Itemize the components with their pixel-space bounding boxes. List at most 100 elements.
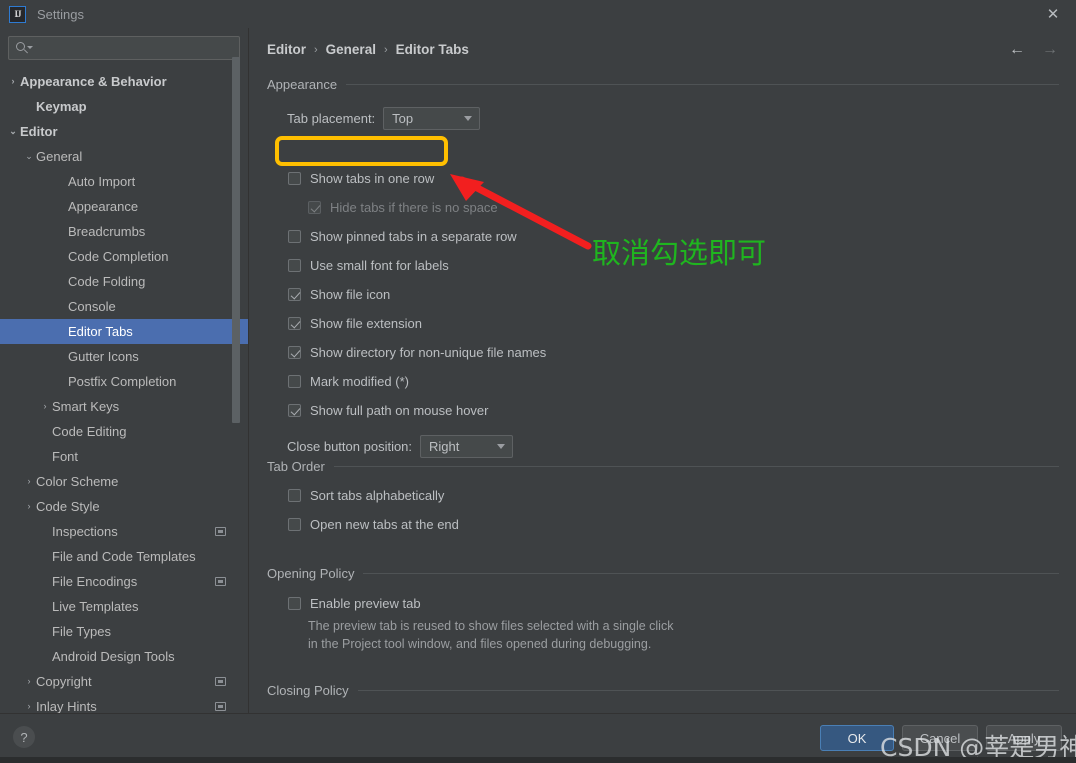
checkbox-box[interactable] — [288, 489, 301, 502]
sidebar-item-label: Code Folding — [68, 274, 146, 289]
chevron-right-icon[interactable]: › — [22, 702, 36, 711]
sidebar-item-gutter-icons[interactable]: Gutter Icons — [0, 344, 248, 369]
chevron-down-icon[interactable]: ⌄ — [22, 152, 36, 161]
sidebar-item-editor[interactable]: ⌄ Editor — [0, 119, 248, 144]
group-label-opening-policy: Opening Policy — [267, 566, 355, 581]
checkbox-show-directory-non-unique[interactable]: Show directory for non-unique file names — [288, 345, 546, 360]
sidebar-item-smart-keys[interactable]: › Smart Keys — [0, 394, 248, 419]
sidebar-item-keymap[interactable]: Keymap — [0, 94, 248, 119]
checkbox-box[interactable] — [288, 288, 301, 301]
checkbox-label: Enable preview tab — [310, 596, 421, 611]
checkbox-box[interactable] — [288, 404, 301, 417]
search-input[interactable] — [8, 36, 240, 60]
checkbox-box[interactable] — [288, 346, 301, 359]
preview-hint-line-1: The preview tab is reused to show files … — [308, 619, 674, 633]
sidebar-item-inspections[interactable]: Inspections — [0, 519, 248, 544]
settings-tree[interactable]: › Appearance & Behavior Keymap ⌄ Editor ⌄ Gene… — [0, 69, 248, 713]
checkbox-label: Mark modified (*) — [310, 374, 409, 389]
sidebar-item-console[interactable]: Console — [0, 294, 248, 319]
sidebar-scrollbar-track[interactable] — [232, 28, 244, 713]
back-arrow-icon[interactable]: ← — [1009, 42, 1025, 58]
chevron-right-icon[interactable]: › — [38, 402, 52, 411]
checkbox-box[interactable] — [288, 597, 301, 610]
project-scope-badge-icon — [215, 702, 226, 711]
checkbox-show-tabs-in-one-row[interactable]: Show tabs in one row — [288, 171, 434, 186]
checkbox-show-full-path-hover[interactable]: Show full path on mouse hover — [288, 403, 489, 418]
checkbox-box[interactable] — [288, 172, 301, 185]
sidebar-item-appearance-behavior[interactable]: › Appearance & Behavior — [0, 69, 248, 94]
sidebar-item-code-editing[interactable]: Code Editing — [0, 419, 248, 444]
sidebar-item-label: Console — [68, 299, 116, 314]
settings-main-panel: Editor › General › Editor Tabs ← → Appea… — [250, 28, 1076, 713]
sidebar-item-live-templates[interactable]: Live Templates — [0, 594, 248, 619]
sidebar-item-file-encodings[interactable]: File Encodings — [0, 569, 248, 594]
close-icon[interactable]: ✕ — [1030, 0, 1076, 28]
checkbox-label: Show tabs in one row — [310, 171, 435, 186]
settings-sidebar: › Appearance & Behavior Keymap ⌄ Editor ⌄ Gene… — [0, 28, 249, 713]
breadcrumb-general[interactable]: General — [326, 42, 376, 57]
chevron-right-icon[interactable]: › — [22, 502, 36, 511]
sidebar-item-inlay-hints[interactable]: › Inlay Hints — [0, 694, 248, 713]
sidebar-item-general[interactable]: ⌄ General — [0, 144, 248, 169]
navigation-arrows: ← → — [1009, 42, 1058, 58]
checkbox-sort-tabs-alphabetically[interactable]: Sort tabs alphabetically — [288, 488, 444, 503]
sidebar-item-label: Color Scheme — [36, 474, 119, 489]
tab-placement-dropdown[interactable]: Top — [383, 107, 481, 130]
checkbox-box[interactable] — [288, 259, 301, 272]
checkbox-box[interactable] — [288, 230, 301, 243]
checkbox-show-pinned-tabs-separate-row[interactable]: Show pinned tabs in a separate row — [288, 229, 517, 244]
preview-tab-hint: The preview tab is reused to show files … — [308, 617, 673, 653]
sidebar-item-file-and-code-templates[interactable]: File and Code Templates — [0, 544, 248, 569]
checkbox-show-file-icon[interactable]: Show file icon — [288, 287, 390, 302]
chevron-right-icon[interactable]: › — [22, 677, 36, 686]
sidebar-item-android-design-tools[interactable]: Android Design Tools — [0, 644, 248, 669]
checkbox-mark-modified[interactable]: Mark modified (*) — [288, 374, 409, 389]
sidebar-item-auto-import[interactable]: Auto Import — [0, 169, 248, 194]
checkbox-open-new-tabs-at-end[interactable]: Open new tabs at the end — [288, 517, 459, 532]
intellij-logo-icon: IJ — [9, 5, 26, 23]
close-button-position-value: Right — [429, 439, 460, 454]
sidebar-item-label: Code Completion — [68, 249, 169, 264]
sidebar-item-label: Postfix Completion — [68, 374, 177, 389]
sidebar-item-breadcrumbs[interactable]: Breadcrumbs — [0, 219, 248, 244]
chevron-down-icon — [490, 444, 512, 449]
sidebar-scrollbar-thumb[interactable] — [232, 57, 240, 423]
help-button[interactable]: ? — [13, 726, 35, 748]
sidebar-item-label: General — [36, 149, 83, 164]
sidebar-item-label: Editor Tabs — [68, 324, 133, 339]
checkbox-box[interactable] — [288, 375, 301, 388]
sidebar-item-label: Inspections — [52, 524, 118, 539]
checkbox-label: Show file extension — [310, 316, 423, 331]
chevron-right-icon[interactable]: › — [22, 477, 36, 486]
ok-button[interactable]: OK — [820, 725, 894, 751]
sidebar-item-appearance[interactable]: Appearance — [0, 194, 248, 219]
title-bar: IJ Settings ✕ — [0, 0, 1076, 28]
chevron-right-icon[interactable]: › — [6, 77, 20, 86]
sidebar-item-label: Font — [52, 449, 79, 464]
close-button-position-dropdown[interactable]: Right — [420, 435, 514, 458]
sidebar-item-code-style[interactable]: › Code Style — [0, 494, 248, 519]
sidebar-item-copyright[interactable]: › Copyright — [0, 669, 248, 694]
checkbox-box[interactable] — [288, 317, 301, 330]
sidebar-item-code-completion[interactable]: Code Completion — [0, 244, 248, 269]
forward-arrow-icon[interactable]: → — [1042, 42, 1058, 58]
checkbox-use-small-font-for-labels[interactable]: Use small font for labels — [288, 258, 449, 273]
sidebar-item-postfix-completion[interactable]: Postfix Completion — [0, 369, 248, 394]
group-divider — [346, 84, 1059, 85]
chevron-down-icon[interactable]: ⌄ — [6, 127, 20, 136]
sidebar-item-code-folding[interactable]: Code Folding — [0, 269, 248, 294]
sidebar-item-editor-tabs[interactable]: Editor Tabs — [0, 319, 248, 344]
checkbox-enable-preview-tab[interactable]: Enable preview tab — [288, 596, 421, 611]
sidebar-item-color-scheme[interactable]: › Color Scheme — [0, 469, 248, 494]
close-button-position-label: Close button position: — [287, 439, 413, 454]
checkbox-show-file-extension[interactable]: Show file extension — [288, 316, 422, 331]
cancel-button[interactable]: Cancel — [902, 725, 978, 751]
breadcrumb-editor[interactable]: Editor — [267, 42, 306, 57]
search-icon — [16, 41, 33, 55]
sidebar-item-font[interactable]: Font — [0, 444, 248, 469]
checkbox-label: Show full path on mouse hover — [310, 403, 489, 418]
checkbox-box[interactable] — [288, 518, 301, 531]
apply-button[interactable]: Apply — [986, 725, 1062, 751]
footer-strip — [0, 757, 1076, 763]
sidebar-item-file-types[interactable]: File Types — [0, 619, 248, 644]
